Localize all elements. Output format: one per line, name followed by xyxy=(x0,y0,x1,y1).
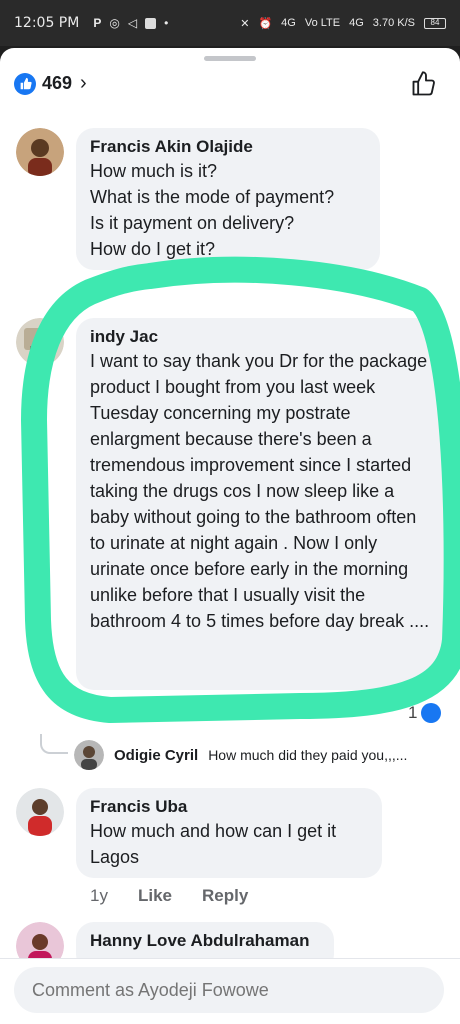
reactions-summary[interactable]: 469 › xyxy=(14,72,87,95)
comment-bubble[interactable]: indy Jac I want to say thank you Dr for … xyxy=(76,318,444,690)
comment-author[interactable]: indy Jac xyxy=(90,326,430,348)
avatar[interactable] xyxy=(16,318,64,366)
comment-author[interactable]: Francis Uba xyxy=(90,796,368,818)
notification-icons: P ◎ ◁ • xyxy=(93,16,168,30)
reaction-badge-count: 1 xyxy=(408,703,418,722)
square-icon xyxy=(145,17,157,29)
dot-icon: • xyxy=(164,16,169,30)
avatar[interactable] xyxy=(16,128,64,176)
p-app-icon: P xyxy=(93,16,102,30)
reaction-count: 469 xyxy=(42,73,73,93)
network-volte: Vo LTE xyxy=(304,17,341,29)
telegram-icon: ◁ xyxy=(127,16,138,30)
comment-text: How much is it? What is the mode of paym… xyxy=(90,161,335,259)
whatsapp-icon: ◎ xyxy=(109,16,120,30)
reply-thread-line xyxy=(40,734,68,754)
reaction-badge[interactable]: 1 xyxy=(408,703,442,723)
comment-input[interactable] xyxy=(14,967,444,1013)
network-4g-1: 4G xyxy=(281,17,296,29)
comment-bubble[interactable]: Francis Uba How much and how can I get i… xyxy=(76,788,382,878)
reply-text: How much did they paid you,,,... xyxy=(208,747,408,763)
status-right: ✕ ⏰ 4G Vo LTE 4G 3.70 K/S 84 xyxy=(240,17,446,30)
reply-button[interactable]: Reply xyxy=(202,886,248,906)
like-reaction-icon xyxy=(421,703,442,723)
comment-composer-bar xyxy=(0,958,460,1024)
alarm-icon: ⏰ xyxy=(258,17,273,30)
chevron-right-icon: › xyxy=(80,72,87,94)
comment-actions: 1y Like Reply xyxy=(90,886,248,906)
avatar[interactable] xyxy=(16,788,64,836)
comment-author[interactable]: Hanny Love Abdulrahaman xyxy=(90,930,320,952)
reply-preview[interactable]: Odigie Cyril How much did they paid you,… xyxy=(74,740,407,770)
network-speed: 3.70 K/S xyxy=(372,17,415,29)
like-button[interactable]: Like xyxy=(138,886,172,906)
reply-author[interactable]: Odigie Cyril xyxy=(114,747,198,764)
comment-text: I want to say thank you Dr for the packa… xyxy=(90,351,430,631)
comment-time: 1y xyxy=(90,886,108,905)
avatar[interactable] xyxy=(74,740,104,770)
comment-bubble[interactable]: Francis Akin Olajide How much is it? Wha… xyxy=(76,128,380,270)
comment-text: How much and how can I get it Lagos xyxy=(90,821,337,867)
comments-sheet: 469 › Francis Akin Olajide How much is i… xyxy=(0,48,460,1024)
like-outline-icon[interactable] xyxy=(410,70,438,103)
battery-icon: 84 xyxy=(424,17,446,29)
like-reaction-icon xyxy=(14,72,36,95)
sheet-grabber[interactable] xyxy=(204,56,256,61)
status-bar: 12:05 PM P ◎ ◁ • ✕ ⏰ 4G Vo LTE 4G 3.70 K… xyxy=(0,0,460,46)
comment-author[interactable]: Francis Akin Olajide xyxy=(90,136,366,158)
status-time: 12:05 PM xyxy=(14,15,80,31)
network-4g-2: 4G xyxy=(349,17,364,29)
mute-icon: ✕ xyxy=(240,17,250,30)
